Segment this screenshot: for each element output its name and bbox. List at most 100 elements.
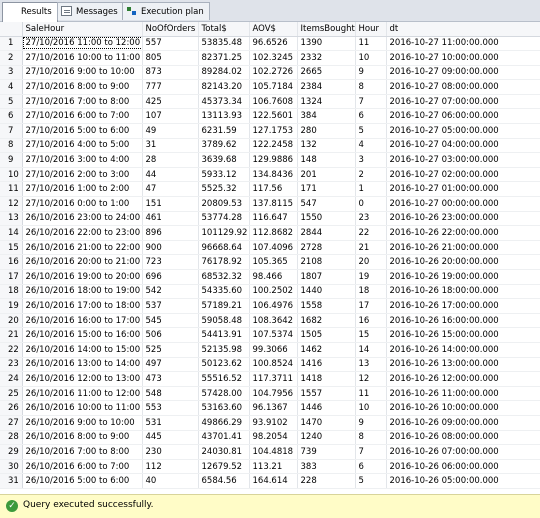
column-header[interactable]: AOV$ xyxy=(249,22,298,37)
table-cell[interactable]: 101129.92 xyxy=(198,225,250,241)
table-cell[interactable]: 26/10/2016 10:00 to 11:00 xyxy=(22,400,143,416)
table-cell[interactable]: 2016-10-27 06:00:00.000 xyxy=(386,108,540,125)
table-cell[interactable]: 2108 xyxy=(297,254,356,270)
table-row[interactable]: 24 26/10/2016 12:00 to 13:00 473 55516.52 11… xyxy=(0,371,540,387)
table-cell[interactable]: 27/10/2016 10:00 to 11:00 xyxy=(22,50,143,66)
table-cell[interactable]: 22 xyxy=(355,225,387,241)
table-cell[interactable]: 547 xyxy=(297,196,356,212)
column-header[interactable]: ItemsBought xyxy=(297,22,356,37)
row-number-cell[interactable]: 19 xyxy=(0,298,23,314)
table-cell[interactable]: 117.3711 xyxy=(249,371,298,387)
table-cell[interactable]: 27/10/2016 4:00 to 5:00 xyxy=(22,138,143,154)
table-cell[interactable]: 53774.28 xyxy=(198,211,250,227)
table-cell[interactable]: 26/10/2016 7:00 to 8:00 xyxy=(22,444,143,460)
table-cell[interactable]: 2016-10-26 22:00:00.000 xyxy=(386,225,540,241)
table-cell[interactable]: 1550 xyxy=(297,211,356,227)
table-cell[interactable]: 1418 xyxy=(297,371,356,387)
table-cell[interactable]: 100.8524 xyxy=(249,357,298,373)
table-cell[interactable]: 26/10/2016 18:00 to 19:00 xyxy=(22,284,143,300)
table-cell[interactable]: 2016-10-26 23:00:00.000 xyxy=(386,211,540,227)
tab-messages[interactable]: Messages xyxy=(57,2,124,20)
table-cell[interactable]: 15 xyxy=(355,327,387,343)
table-row[interactable]: 8 27/10/2016 4:00 to 5:00 31 3789.62 122.245… xyxy=(0,138,540,154)
table-cell[interactable]: 49866.29 xyxy=(198,415,250,431)
table-cell[interactable]: 52135.98 xyxy=(198,342,250,358)
table-row[interactable]: 14 26/10/2016 22:00 to 23:00 896 101129.92 1… xyxy=(0,225,540,241)
table-cell[interactable]: 739 xyxy=(297,444,356,460)
table-cell[interactable]: 43701.41 xyxy=(198,430,250,446)
table-cell[interactable]: 201 xyxy=(297,167,356,183)
table-cell[interactable]: 18 xyxy=(355,284,387,300)
table-cell[interactable]: 2016-10-26 15:00:00.000 xyxy=(386,327,540,343)
table-cell[interactable]: 27/10/2016 2:00 to 3:00 xyxy=(22,167,143,183)
table-cell[interactable]: 27/10/2016 0:00 to 1:00 xyxy=(22,196,143,212)
table-cell[interactable]: 11 xyxy=(355,36,387,52)
table-cell[interactable]: 6 xyxy=(355,459,387,475)
table-cell[interactable]: 777 xyxy=(142,79,199,95)
table-cell[interactable]: 873 xyxy=(142,65,199,81)
table-cell[interactable]: 2016-10-26 18:00:00.000 xyxy=(386,284,540,300)
row-number-cell[interactable]: 11 xyxy=(0,181,23,198)
table-cell[interactable]: 461 xyxy=(142,211,199,227)
row-number-cell[interactable]: 25 xyxy=(0,386,23,402)
table-cell[interactable]: 26/10/2016 19:00 to 20:00 xyxy=(22,269,143,285)
table-cell[interactable]: 26/10/2016 17:00 to 18:00 xyxy=(22,298,143,314)
table-cell[interactable]: 2016-10-26 11:00:00.000 xyxy=(386,386,540,402)
table-cell[interactable]: 96668.64 xyxy=(198,240,250,256)
table-cell[interactable]: 82371.25 xyxy=(198,50,250,66)
table-row[interactable]: 23 26/10/2016 13:00 to 14:00 497 50123.62 10… xyxy=(0,357,540,373)
table-cell[interactable]: 1470 xyxy=(297,415,356,431)
table-row[interactable]: 9 27/10/2016 3:00 to 4:00 28 3639.68 129.988… xyxy=(0,152,540,168)
column-header[interactable]: dt xyxy=(386,22,540,37)
table-cell[interactable]: 1462 xyxy=(297,342,356,358)
table-cell[interactable]: 50123.62 xyxy=(198,357,250,373)
table-cell[interactable]: 2016-10-26 08:00:00.000 xyxy=(386,430,540,446)
table-cell[interactable]: 47 xyxy=(142,181,199,198)
table-row[interactable]: 19 26/10/2016 17:00 to 18:00 537 57189.21 10… xyxy=(0,298,540,314)
table-cell[interactable]: 54335.60 xyxy=(198,284,250,300)
table-cell[interactable]: 1558 xyxy=(297,298,356,314)
table-cell[interactable]: 49 xyxy=(142,123,199,139)
table-cell[interactable]: 497 xyxy=(142,357,199,373)
column-header[interactable]: Total$ xyxy=(198,22,250,37)
table-cell[interactable]: 106.4976 xyxy=(249,298,298,314)
table-cell[interactable]: 445 xyxy=(142,430,199,446)
row-number-cell[interactable]: 5 xyxy=(0,94,23,110)
table-cell[interactable]: 2728 xyxy=(297,240,356,256)
table-cell[interactable]: 2016-10-27 03:00:00.000 xyxy=(386,152,540,168)
table-cell[interactable]: 2016-10-27 11:00:00.000 xyxy=(386,36,540,52)
table-cell[interactable]: 1682 xyxy=(297,313,356,329)
table-cell[interactable]: 89284.02 xyxy=(198,65,250,81)
table-row[interactable]: 30 26/10/2016 6:00 to 7:00 112 12679.52 113.… xyxy=(0,459,540,475)
table-row[interactable]: 15 26/10/2016 21:00 to 22:00 900 96668.64 10… xyxy=(0,240,540,256)
row-number-cell[interactable]: 31 xyxy=(0,473,23,489)
table-cell[interactable]: 553 xyxy=(142,400,199,416)
table-cell[interactable]: 31 xyxy=(142,138,199,154)
table-cell[interactable]: 137.8115 xyxy=(249,196,298,212)
table-cell[interactable]: 531 xyxy=(142,415,199,431)
table-cell[interactable]: 2016-10-26 06:00:00.000 xyxy=(386,459,540,475)
table-cell[interactable]: 2016-10-27 05:00:00.000 xyxy=(386,123,540,139)
table-cell[interactable]: 537 xyxy=(142,298,199,314)
table-cell[interactable]: 106.7608 xyxy=(249,94,298,110)
table-cell[interactable]: 9 xyxy=(355,65,387,81)
table-cell[interactable]: 132 xyxy=(297,138,356,154)
table-cell[interactable]: 127.1753 xyxy=(249,123,298,139)
table-cell[interactable]: 280 xyxy=(297,123,356,139)
table-cell[interactable]: 6584.56 xyxy=(198,473,250,489)
table-cell[interactable]: 425 xyxy=(142,94,199,110)
table-cell[interactable]: 2016-10-27 00:00:00.000 xyxy=(386,196,540,212)
table-cell[interactable]: 1557 xyxy=(297,386,356,402)
table-cell[interactable]: 26/10/2016 14:00 to 15:00 xyxy=(22,342,143,358)
table-row[interactable]: 13 26/10/2016 23:00 to 24:00 461 53774.28 11… xyxy=(0,211,540,227)
table-cell[interactable]: 27/10/2016 11:00 to 12:00 xyxy=(22,36,143,52)
table-cell[interactable]: 5 xyxy=(355,123,387,139)
table-cell[interactable]: 5 xyxy=(355,473,387,489)
table-cell[interactable]: 59058.48 xyxy=(198,313,250,329)
table-cell[interactable]: 2016-10-27 04:00:00.000 xyxy=(386,138,540,154)
table-cell[interactable]: 57189.21 xyxy=(198,298,250,314)
table-cell[interactable]: 896 xyxy=(142,225,199,241)
table-row[interactable]: 28 26/10/2016 8:00 to 9:00 445 43701.41 98.2… xyxy=(0,430,540,446)
table-cell[interactable]: 1807 xyxy=(297,269,356,285)
table-cell[interactable]: 105.365 xyxy=(249,254,298,270)
